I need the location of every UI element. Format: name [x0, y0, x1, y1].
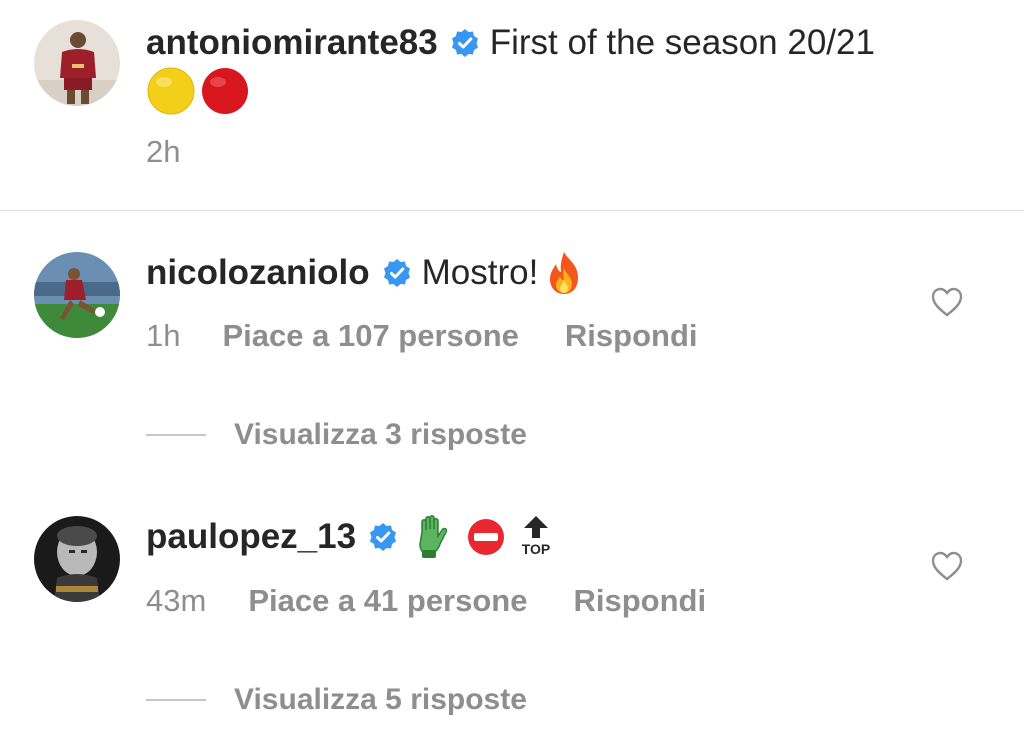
post-time: 2h	[146, 134, 181, 169]
avatar-image	[34, 252, 120, 338]
view-replies-label: Visualizza 3 risposte	[234, 418, 527, 451]
yellow-circle-icon	[146, 66, 196, 116]
replies-dash	[146, 699, 206, 701]
comment-line: paulopez_13 TOP	[146, 514, 556, 560]
red-circle-icon	[200, 66, 250, 116]
comment-time: 1h	[146, 318, 181, 353]
post-meta: 2h	[146, 132, 180, 172]
top-arrow-label: TOP	[522, 541, 551, 557]
comment-line: nicolozaniolo Mostro!	[146, 250, 584, 296]
avatar-image	[34, 20, 120, 106]
avatar[interactable]	[34, 20, 120, 106]
verified-badge-icon	[450, 28, 480, 58]
post-caption: First of the season 20/21	[489, 23, 875, 62]
comment-meta: 1h Piace a 107 persone Rispondi	[146, 316, 698, 356]
reply-button[interactable]: Rispondi	[573, 583, 706, 618]
replies-dash	[146, 434, 206, 436]
top-arrow-icon: TOP	[516, 514, 556, 560]
gloves-icon	[414, 514, 454, 560]
comment-text: Mostro!	[421, 253, 539, 292]
comment-meta: 43m Piace a 41 persone Rispondi	[146, 581, 706, 621]
view-replies-label: Visualizza 5 risposte	[234, 683, 527, 716]
comment-username[interactable]: paulopez_13	[146, 514, 356, 560]
post-username[interactable]: antoniomirante83	[146, 20, 438, 66]
fire-icon	[544, 250, 584, 296]
comment-username[interactable]: nicolozaniolo	[146, 250, 370, 296]
no-entry-icon	[466, 517, 506, 557]
divider	[0, 210, 1024, 211]
likes-count-link[interactable]: Piace a 41 persone	[248, 583, 527, 618]
likes-count-link[interactable]: Piace a 107 persone	[222, 318, 518, 353]
verified-badge-icon	[382, 258, 412, 288]
avatar[interactable]	[34, 516, 120, 602]
like-heart-icon[interactable]	[930, 286, 964, 318]
avatar-image	[34, 516, 120, 602]
avatar[interactable]	[34, 252, 120, 338]
caption-emoji-line	[146, 66, 250, 116]
reply-button[interactable]: Rispondi	[565, 318, 698, 353]
like-heart-icon[interactable]	[930, 550, 964, 582]
view-replies-button[interactable]: Visualizza 5 risposte	[146, 680, 527, 720]
caption-line: antoniomirante83 First of the season 20/…	[146, 20, 875, 66]
view-replies-button[interactable]: Visualizza 3 risposte	[146, 415, 527, 455]
comment-time: 43m	[146, 583, 207, 618]
verified-badge-icon	[368, 522, 398, 552]
comments-screen: antoniomirante83 First of the season 20/…	[0, 0, 1024, 736]
